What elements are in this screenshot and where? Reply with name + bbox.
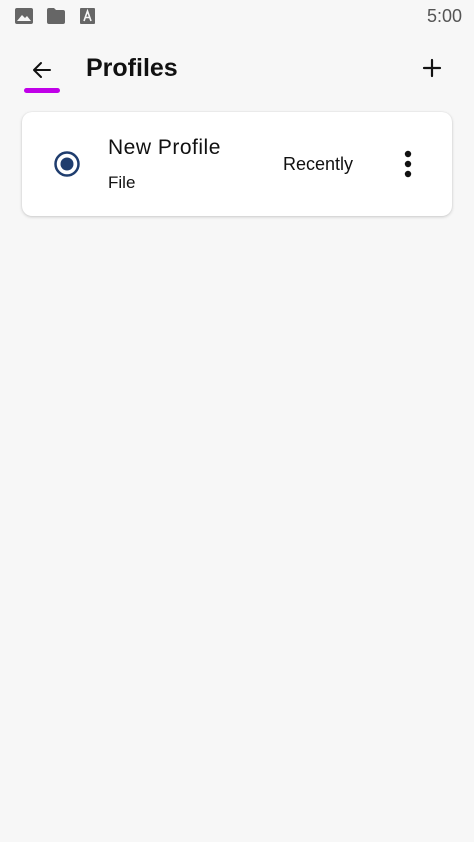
status-time: 5:00 <box>426 6 462 26</box>
arrow-left-icon <box>33 62 51 78</box>
profile-type: File <box>108 173 136 192</box>
font-icon <box>80 8 95 24</box>
status-bar: 5:00 <box>0 0 474 34</box>
back-button[interactable] <box>20 48 64 92</box>
profiles-screen: 5:00 Profiles New Profile File Recently <box>0 0 474 842</box>
more-vertical-icon <box>404 150 412 178</box>
app-bar: Profiles <box>0 34 474 104</box>
radio-selected-icon[interactable] <box>53 150 81 178</box>
more-options-button[interactable] <box>394 144 422 184</box>
profile-updated: Recently <box>283 154 354 174</box>
folder-icon <box>47 8 65 24</box>
profile-name: New Profile <box>108 136 221 159</box>
page-title: Profiles <box>86 54 178 82</box>
focus-indicator <box>24 88 60 93</box>
profile-item[interactable]: New Profile File Recently <box>22 112 452 216</box>
add-profile-button[interactable] <box>412 48 452 88</box>
plus-icon <box>422 58 442 78</box>
image-icon <box>15 8 33 24</box>
status-icons <box>14 7 98 25</box>
